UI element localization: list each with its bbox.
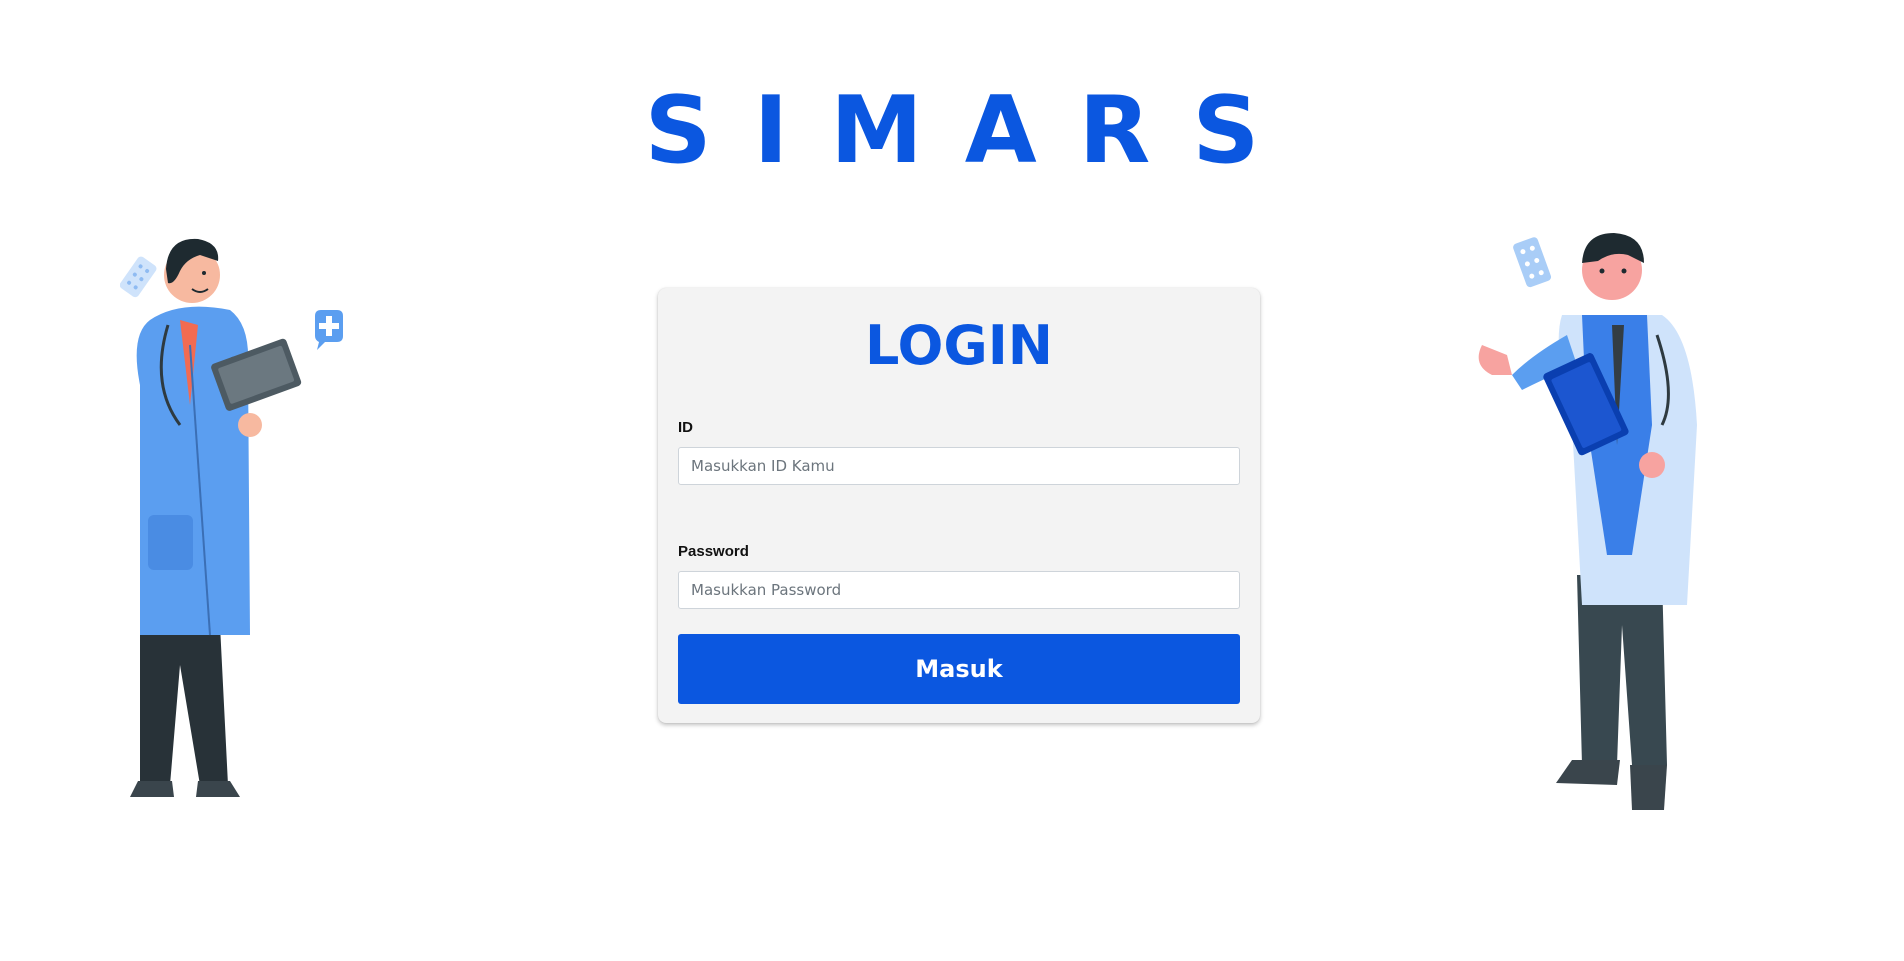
app-title: SIMARS: [644, 76, 1302, 184]
login-submit-button[interactable]: Masuk: [678, 634, 1240, 704]
login-card: LOGIN ID Password Masuk: [658, 288, 1260, 723]
doctor-left-illustration: [120, 238, 343, 797]
doctor-right-illustration: [1478, 233, 1697, 810]
login-title: LOGIN: [865, 314, 1053, 377]
id-label: ID: [678, 419, 693, 436]
password-input[interactable]: [678, 571, 1240, 609]
password-label: Password: [678, 543, 749, 560]
id-input[interactable]: [678, 447, 1240, 485]
login-page: SIMARS LOGIN ID Masukkan ID Kamu Passwor…: [0, 0, 1904, 961]
